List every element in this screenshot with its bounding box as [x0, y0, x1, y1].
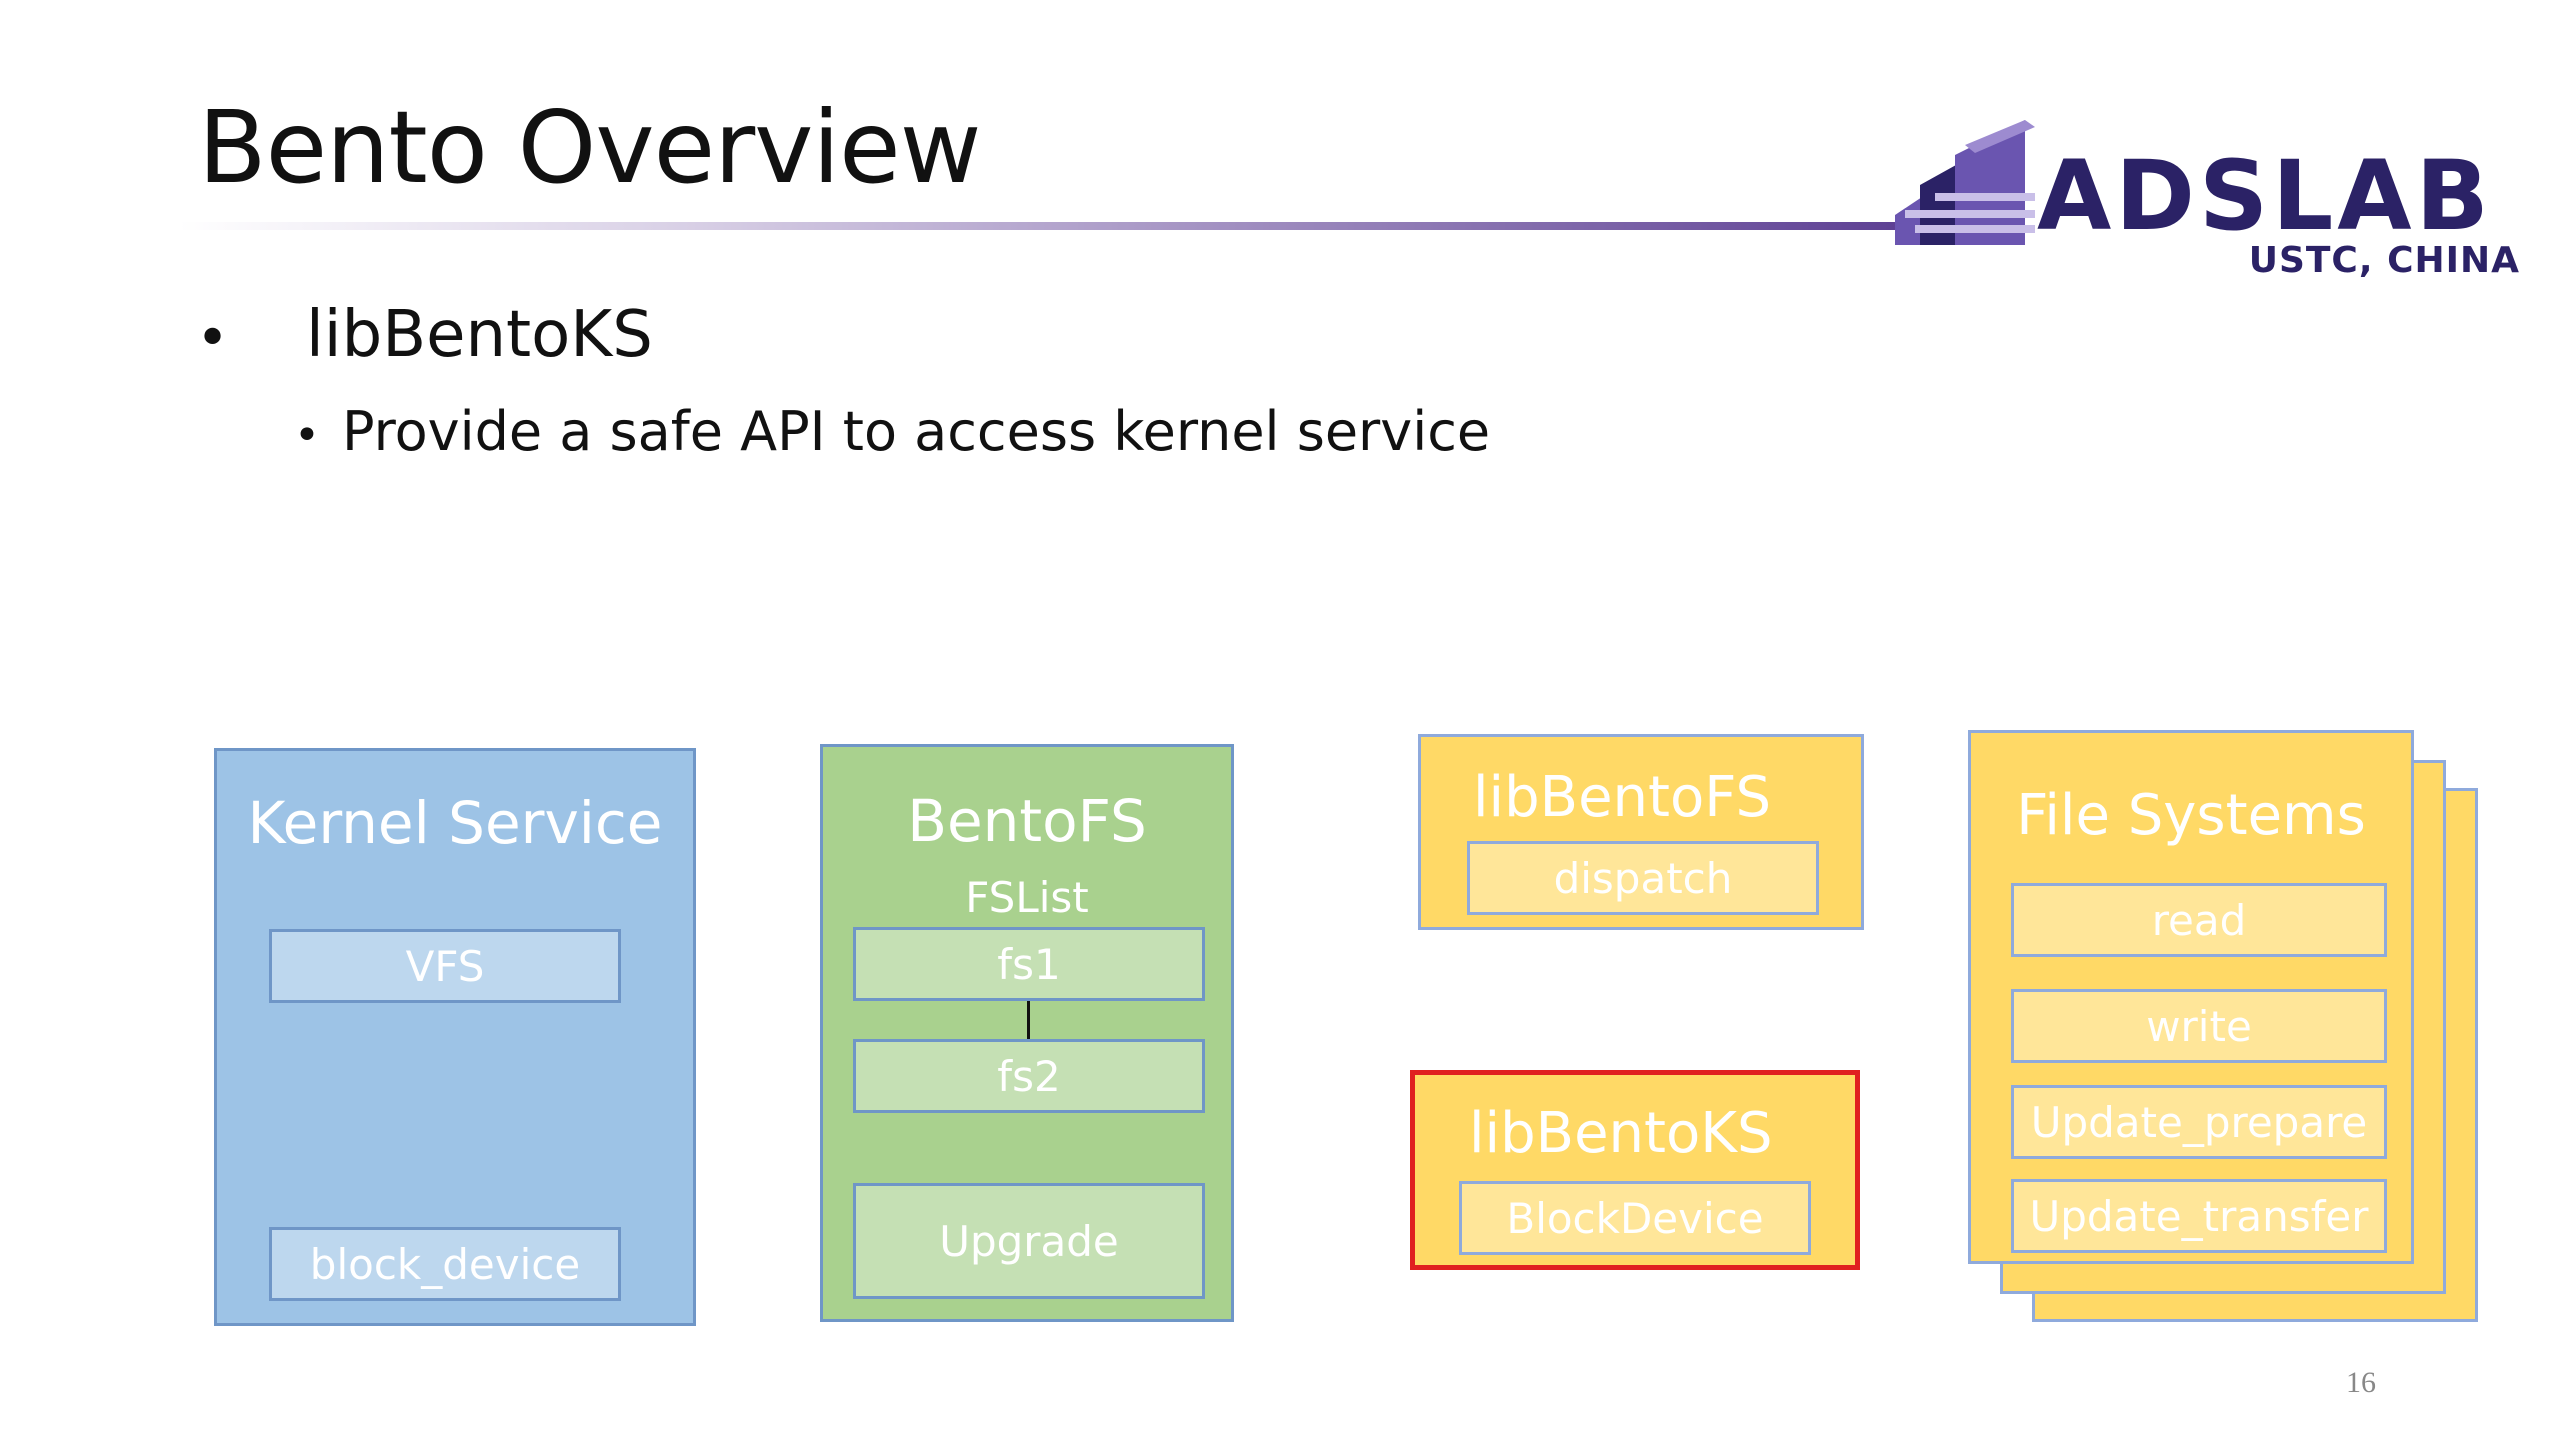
title-underline [178, 222, 1923, 230]
slide-title: Bento Overview [198, 89, 981, 206]
dispatch-box: dispatch [1467, 841, 1819, 915]
bullet-level-2: Provide a safe API to access kernel serv… [342, 400, 1491, 463]
upgrade-box: Upgrade [853, 1183, 1205, 1299]
read-box: read [2011, 883, 2387, 957]
adslab-logo: USTC, CHINA ADSLAB [1885, 115, 2550, 281]
write-box: write [2011, 989, 2387, 1063]
blockdevice-box: BlockDevice [1459, 1181, 1811, 1255]
bullet-marker: • [196, 306, 230, 371]
libbentofs-title: libBentoFS [1473, 765, 1772, 830]
bullet-level-1: libBentoKS [306, 298, 653, 372]
libbentofs-box: libBentoFS dispatch [1418, 734, 1864, 930]
fslist-label: FSList [965, 873, 1089, 922]
update-prepare-box: Update_prepare [2011, 1085, 2387, 1159]
page-number: 16 [2346, 1366, 2376, 1399]
kernel-service-title: Kernel Service [247, 789, 663, 857]
fs2-box: fs2 [853, 1039, 1205, 1113]
bentofs-title: BentoFS [907, 787, 1147, 855]
kernel-service-box: Kernel Service VFS block_device [214, 748, 696, 1326]
bentofs-box: BentoFS FSList fs1 fs2 Upgrade [820, 744, 1234, 1322]
building-logo-icon [1895, 120, 2035, 245]
file-systems-title: File Systems [2016, 783, 2366, 848]
libbentoks-box: libBentoKS BlockDevice [1410, 1070, 1860, 1270]
block-device-box: block_device [269, 1227, 621, 1301]
libbentoks-title: libBentoKS [1469, 1101, 1773, 1166]
vfs-box: VFS [269, 929, 621, 1003]
fs1-box: fs1 [853, 927, 1205, 1001]
update-transfer-box: Update_transfer [2011, 1179, 2387, 1253]
fslist-connector [1027, 1001, 1030, 1039]
bullet-marker: • [294, 410, 320, 461]
file-systems-box: File Systems read write Update_prepare U… [1968, 730, 2414, 1264]
logo-wordmark: ADSLAB [2037, 140, 2493, 252]
